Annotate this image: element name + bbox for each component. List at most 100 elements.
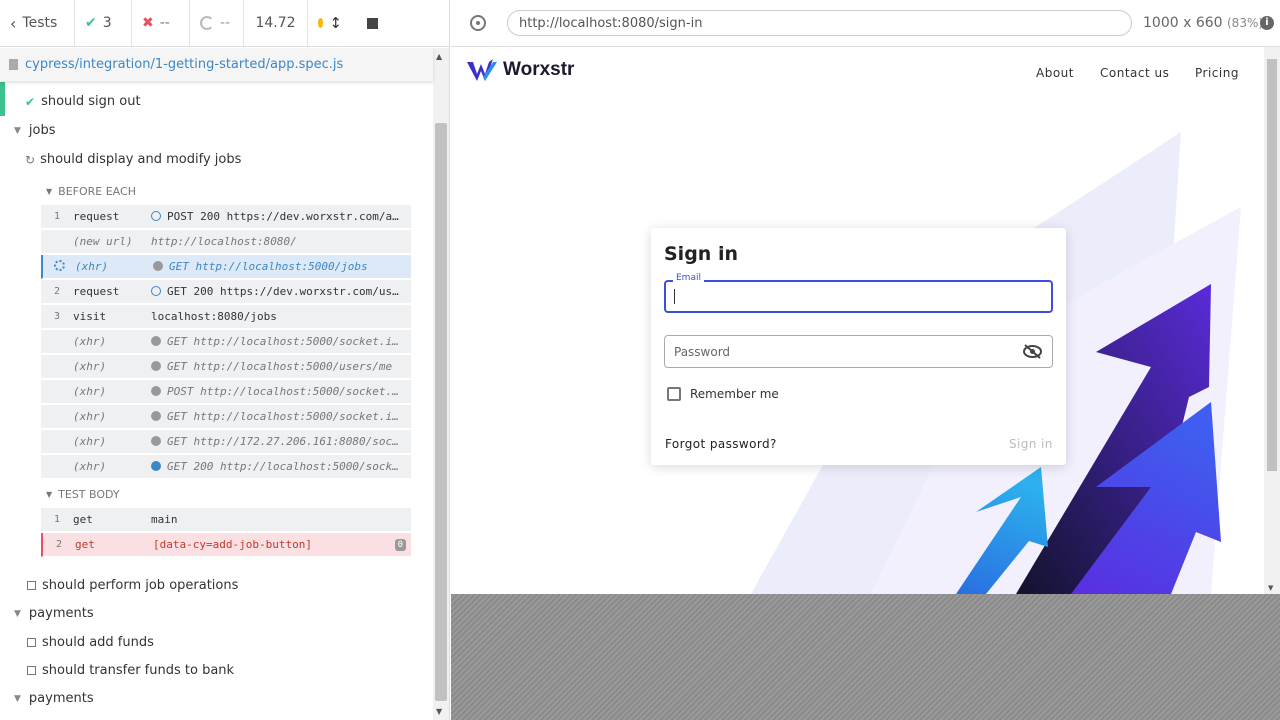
nav-pricing[interactable]: Pricing <box>1195 66 1239 80</box>
check-icon: ✔ <box>25 94 36 109</box>
caret-down-icon: ▼ <box>14 608 21 619</box>
command-row[interactable]: (new url) http://localhost:8080/ <box>41 230 411 254</box>
status-dot-icon <box>151 336 161 346</box>
scroll-down-icon[interactable]: ▼ <box>1268 584 1273 592</box>
command-name: (xhr) <box>73 360 107 373</box>
auto-scroll-toggle[interactable]: ↕ <box>308 0 352 47</box>
test-add-funds[interactable]: should add funds <box>27 635 154 650</box>
status-dot-icon <box>151 386 161 396</box>
command-name: (new url) <box>73 235 133 248</box>
command-message: GET http://localhost:5000/socket.i... <box>151 410 411 423</box>
brand-logo[interactable]: Worxstr <box>467 59 574 81</box>
command-message: GET http://localhost:5000/jobs <box>153 260 411 273</box>
test-sign-out[interactable]: ✔ should sign out <box>25 94 141 109</box>
nav-about[interactable]: About <box>1036 66 1074 80</box>
back-to-tests-button[interactable]: ‹ Tests <box>0 0 75 47</box>
hook-before-each[interactable]: ▼ BEFORE EACH <box>46 185 136 198</box>
test-jobs[interactable]: ↻ should display and modify jobs <box>25 152 241 167</box>
signin-card: Sign in Email Password Remember me Forgo… <box>651 228 1066 465</box>
command-message: http://localhost:8080/ <box>151 235 297 248</box>
reporter-scrollbar[interactable]: ▲ ▼ <box>433 48 449 720</box>
command-row[interactable]: (xhr) GET http://localhost:5000/users/me <box>41 355 411 379</box>
command-row[interactable]: 2 request GET 200 https://dev.worxstr.com/… <box>41 280 411 304</box>
command-message: [data-cy=add-job-button] <box>153 538 312 551</box>
command-name: visit <box>73 310 107 323</box>
checkbox-icon <box>27 666 36 675</box>
pending-circle-icon <box>200 16 214 30</box>
command-row[interactable]: 1 get main <box>41 508 411 532</box>
file-icon <box>9 59 18 70</box>
runner-header: ‹ Tests ✔ 3 ✖ -- -- 14.72 ↕ <box>0 0 450 47</box>
command-row[interactable]: 2 get [data-cy=add-job-button] 0 <box>41 533 411 557</box>
command-message: GET http://localhost:5000/users/me <box>151 360 411 373</box>
scroll-up-icon[interactable]: ▲ <box>436 52 442 61</box>
command-name: request <box>73 285 120 298</box>
command-name: (xhr) <box>73 460 107 473</box>
yellow-dot-icon <box>318 18 324 28</box>
runner-panel: ‹ Tests ✔ 3 ✖ -- -- 14.72 ↕ cypress/inte… <box>0 0 450 720</box>
password-field[interactable]: Password <box>664 335 1053 368</box>
stop-button[interactable] <box>352 0 392 47</box>
caret-down-icon: ▼ <box>14 125 21 136</box>
url-bar: http://localhost:8080/sign-in 1000 x 660… <box>451 0 1280 47</box>
command-name: (xhr) <box>73 435 107 448</box>
info-icon[interactable]: i <box>1260 16 1274 30</box>
command-row[interactable]: (xhr) GET http://localhost:5000/jobs <box>41 255 411 279</box>
app-scrollbar-thumb[interactable] <box>1267 59 1277 471</box>
hook-test-body[interactable]: ▼ TEST BODY <box>46 488 120 501</box>
email-label: Email <box>673 273 704 283</box>
status-dot-icon <box>153 261 163 271</box>
command-name: (xhr) <box>73 385 107 398</box>
command-row[interactable]: (xhr) GET 200 http://localhost:5000/sock.… <box>41 455 411 479</box>
status-dot-icon <box>151 361 161 371</box>
command-name: get <box>73 513 93 526</box>
selector-playground-icon[interactable] <box>470 15 486 31</box>
count-badge: 0 <box>394 538 406 551</box>
refresh-icon: ↻ <box>25 152 36 167</box>
chevron-left-icon: ‹ <box>10 13 17 33</box>
command-row[interactable]: (xhr) GET http://localhost:5000/socket.i.… <box>41 330 411 354</box>
forgot-password-link[interactable]: Forgot password? <box>665 437 777 451</box>
test-transfer[interactable]: should transfer funds to bank <box>27 663 234 678</box>
email-field[interactable]: Email <box>664 273 1053 313</box>
command-message: main <box>151 513 178 526</box>
worxstr-logo-icon <box>467 59 497 81</box>
suite-jobs[interactable]: ▼ jobs <box>14 123 56 138</box>
spinner-icon <box>53 259 65 271</box>
suite-payments[interactable]: ▼ payments <box>14 606 94 621</box>
command-number: 1 <box>53 211 61 222</box>
spec-file-path[interactable]: cypress/integration/1-getting-started/ap… <box>0 48 433 81</box>
viewport-size: 1000 x 660 (83%) <box>1143 15 1264 31</box>
caret-down-icon: ▼ <box>46 490 53 499</box>
command-name: (xhr) <box>75 260 109 273</box>
url-input[interactable]: http://localhost:8080/sign-in <box>507 10 1132 36</box>
test-job-ops[interactable]: should perform job operations <box>27 578 238 593</box>
text-cursor <box>674 289 675 304</box>
command-number: 3 <box>53 311 61 322</box>
status-dot-icon <box>151 436 161 446</box>
signin-button[interactable]: Sign in <box>1009 437 1053 451</box>
stop-icon <box>366 17 378 29</box>
app-viewport: Worxstr About Contact us Pricing Sign in… <box>451 47 1280 594</box>
command-row[interactable]: (xhr) POST http://localhost:5000/socket..… <box>41 380 411 404</box>
nav-contact[interactable]: Contact us <box>1100 66 1169 80</box>
command-row[interactable]: 3 visit localhost:8080/jobs <box>41 305 411 329</box>
cross-icon: ✖ <box>142 15 154 31</box>
command-name: get <box>75 538 95 551</box>
caret-down-icon: ▼ <box>46 187 53 196</box>
signin-title: Sign in <box>664 243 738 265</box>
command-number <box>43 259 75 274</box>
suite-payments-2[interactable]: ▼ payments <box>14 691 94 706</box>
scroll-down-icon[interactable]: ▼ <box>436 707 442 716</box>
command-row[interactable]: 1 request POST 200 https://dev.worxstr.com… <box>41 205 411 229</box>
command-name: (xhr) <box>73 410 107 423</box>
app-scrollbar[interactable]: ▼ <box>1264 47 1280 594</box>
command-number: 2 <box>55 539 63 550</box>
scrollbar-thumb[interactable] <box>435 123 447 701</box>
command-number: 2 <box>53 286 61 297</box>
remember-checkbox[interactable] <box>667 387 681 401</box>
command-row[interactable]: (xhr) GET http://localhost:5000/socket.i.… <box>41 405 411 429</box>
command-row[interactable]: (xhr) GET http://172.27.206.161:8080/soc.… <box>41 430 411 454</box>
reporter: ✔ should sign out ▼ jobs ↻ should displa… <box>0 82 433 720</box>
eye-off-icon[interactable] <box>1023 344 1042 362</box>
